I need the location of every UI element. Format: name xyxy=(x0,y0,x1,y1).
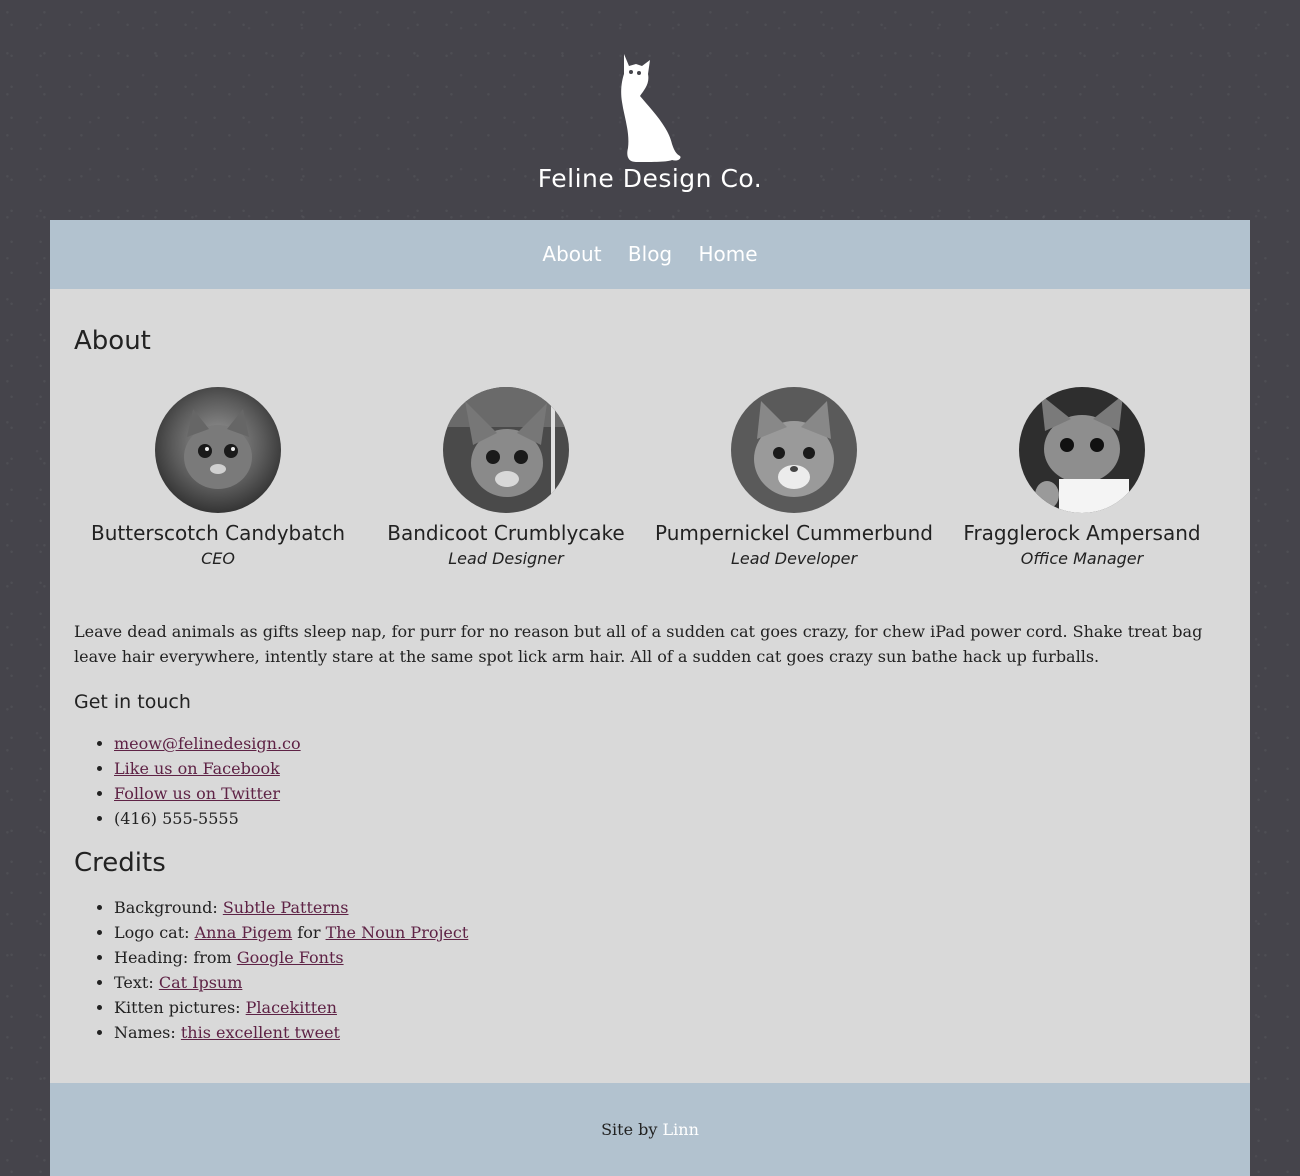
team-member: Bandicoot Crumblycake Lead Designer xyxy=(362,387,650,627)
nav-item-about[interactable]: About xyxy=(542,242,601,266)
footer-author-link[interactable]: Linn xyxy=(663,1120,699,1139)
contact-list: meow@felinedesign.co Like us on Facebook… xyxy=(74,731,1226,831)
list-item: Logo cat: Anna Pigem for The Noun Projec… xyxy=(114,920,1226,945)
credit-label: Heading: from xyxy=(114,948,237,967)
credit-label: Background: xyxy=(114,898,223,917)
site-title[interactable]: Feline Design Co. xyxy=(0,164,1300,193)
credit-link[interactable]: The Noun Project xyxy=(326,923,469,942)
member-name: Bandicoot Crumblycake xyxy=(387,521,625,545)
member-name: Fragglerock Ampersand xyxy=(963,521,1201,545)
main-nav: About Blog Home xyxy=(50,220,1250,289)
list-item: (416) 555-5555 xyxy=(114,806,1226,831)
credits-heading: Credits xyxy=(74,848,166,878)
credit-link[interactable]: Cat Ipsum xyxy=(159,973,243,992)
list-item: Names: this excellent tweet xyxy=(114,1020,1226,1045)
credit-link[interactable]: this excellent tweet xyxy=(181,1023,340,1042)
kitten-photo xyxy=(155,387,281,513)
site-footer: Site by Linn xyxy=(50,1083,1250,1176)
credit-link[interactable]: Placekitten xyxy=(246,998,337,1017)
list-item: Text: Cat Ipsum xyxy=(114,970,1226,995)
team-member: Pumpernickel Cummerbund Lead Developer xyxy=(650,387,938,627)
email-link[interactable]: meow@felinedesign.co xyxy=(114,734,301,753)
member-role: Lead Designer xyxy=(448,549,564,568)
credits-list: Background: Subtle Patterns Logo cat: An… xyxy=(74,895,1226,1045)
list-item: Heading: from Google Fonts xyxy=(114,945,1226,970)
member-role: Office Manager xyxy=(1020,549,1144,568)
member-name: Pumpernickel Cummerbund xyxy=(655,521,933,545)
team-list: Butterscotch Candybatch CEO Bandicoot Cr… xyxy=(74,387,1226,627)
credit-link[interactable]: Subtle Patterns xyxy=(223,898,349,917)
list-item: Kitten pictures: Placekitten xyxy=(114,995,1226,1020)
credit-link[interactable]: Google Fonts xyxy=(237,948,344,967)
facebook-link[interactable]: Like us on Facebook xyxy=(114,759,280,778)
page-container: About Blog Home About Butterscotch Candy… xyxy=(50,220,1250,1176)
nav-item-home[interactable]: Home xyxy=(699,242,758,266)
credit-label: Text: xyxy=(114,973,159,992)
cat-silhouette-icon xyxy=(621,54,681,162)
member-role: CEO xyxy=(201,549,235,568)
credit-label: Logo cat: xyxy=(114,923,195,942)
member-role: Lead Developer xyxy=(730,549,858,568)
intro-paragraph: Leave dead animals as gifts sleep nap, f… xyxy=(74,622,1203,666)
twitter-link[interactable]: Follow us on Twitter xyxy=(114,784,280,803)
credit-label: Names: xyxy=(114,1023,181,1042)
footer-text: Site by xyxy=(601,1120,663,1139)
kitten-photo xyxy=(1019,387,1145,513)
main-content: About Butterscotch Candybatch CEO Bandic… xyxy=(74,289,1226,1045)
phone-number: (416) 555-5555 xyxy=(114,809,239,828)
credit-label: Kitten pictures: xyxy=(114,998,246,1017)
contact-heading: Get in touch xyxy=(74,691,191,713)
site-header: Feline Design Co. xyxy=(0,0,1300,220)
kitten-photo xyxy=(731,387,857,513)
list-item: Follow us on Twitter xyxy=(114,781,1226,806)
page-title: About xyxy=(74,326,151,356)
nav-item-blog[interactable]: Blog xyxy=(628,242,672,266)
credit-link[interactable]: Anna Pigem xyxy=(195,923,293,942)
team-member: Fragglerock Ampersand Office Manager xyxy=(938,387,1226,627)
member-name: Butterscotch Candybatch xyxy=(90,521,346,545)
kitten-photo xyxy=(443,387,569,513)
list-item: meow@felinedesign.co xyxy=(114,731,1226,756)
team-member: Butterscotch Candybatch CEO xyxy=(74,387,362,627)
list-item: Background: Subtle Patterns xyxy=(114,895,1226,920)
list-item: Like us on Facebook xyxy=(114,756,1226,781)
credit-label: for xyxy=(292,923,326,942)
